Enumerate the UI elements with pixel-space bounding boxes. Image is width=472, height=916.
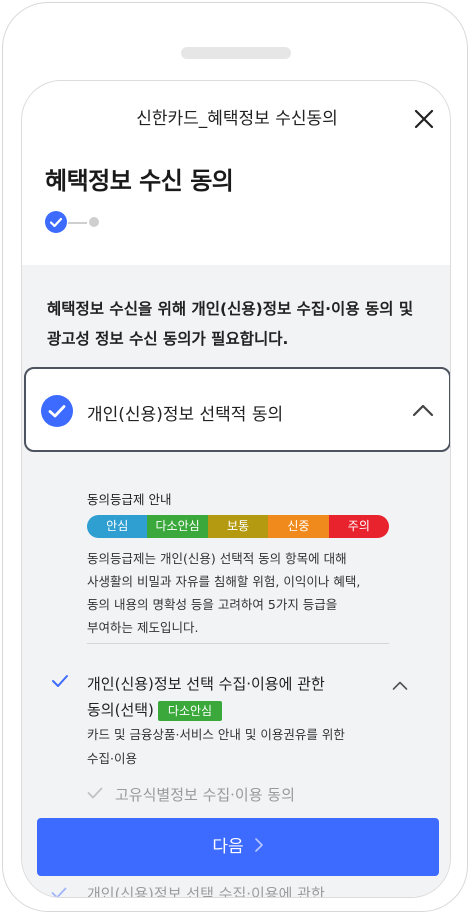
- chevron-right-icon: [254, 838, 263, 852]
- grade-4: 신중: [268, 515, 329, 538]
- grade-scale: 안심 다소안심 보통 신중 주의: [87, 515, 389, 538]
- sub-consent-label[interactable]: 고유식별정보 수집·이용 동의: [115, 784, 295, 805]
- grade-2: 다소안심: [147, 515, 208, 538]
- grade-desc-line-4: 부여하는 제도입니다.: [87, 620, 199, 635]
- grade-desc-line-1: 동의등급제는 개인(신용) 선택적 동의 항목에 대해: [87, 551, 347, 566]
- screen: 신한카드_혜택정보 수신동의 혜택정보 수신 동의 혜택정보 수신을 위해 개인…: [21, 80, 451, 898]
- grade-desc-line-3: 동의 내용의 명확성 등을 고려하여 5가지 등급을: [87, 597, 338, 612]
- grade-5: 주의: [328, 515, 389, 538]
- consent-item-title-line-1: 개인(신용)정보 선택 수집·이용에 관한: [87, 675, 325, 693]
- page-title: 혜택정보 수신 동의: [45, 167, 234, 195]
- consent-item-description: 카드 및 금융상품·서비스 안내 및 이용권유를 위한 수집·이용: [87, 723, 387, 771]
- next-button[interactable]: 다음: [37, 818, 439, 876]
- phone-speaker: [181, 47, 291, 59]
- grade-3: 보통: [207, 515, 269, 538]
- consent-item-desc-line-2: 수집·이용: [87, 751, 137, 766]
- check-icon: [51, 887, 67, 897]
- grade-1: 안심: [87, 515, 148, 538]
- check-icon[interactable]: [87, 787, 103, 799]
- consent-item-desc-line-1: 카드 및 금융상품·서비스 안내 및 이용권유를 위한: [87, 727, 345, 742]
- close-icon[interactable]: [412, 107, 436, 131]
- consent-card-label: 개인(신용)정보 선택적 동의: [87, 405, 284, 425]
- consent-item-title-line-2: 동의(선택): [87, 701, 154, 719]
- chevron-up-icon[interactable]: [392, 679, 408, 691]
- faded-consent-label: 개인(신용)정보 선택 수집·이용에 관한: [87, 885, 325, 898]
- intro-line-1: 혜택정보 수신을 위해 개인(신용)정보 수집·이용 동의 및: [47, 300, 414, 318]
- grade-desc-line-2: 사생활의 비밀과 자유를 침해할 위험, 이익이나 혜택,: [87, 574, 361, 589]
- chevron-up-icon[interactable]: [412, 401, 434, 419]
- check-icon: [48, 405, 66, 418]
- step-1-done: [45, 211, 67, 233]
- intro-line-2: 광고성 정보 수신 동의가 필요합니다.: [47, 330, 289, 348]
- divider: [87, 643, 389, 644]
- grade-guide-title: 동의등급제 안내: [87, 492, 172, 507]
- grade-tag: 다소안심: [157, 700, 223, 721]
- step-connector: [68, 222, 87, 224]
- check-icon: [49, 217, 63, 228]
- step-2-pending: [89, 217, 99, 227]
- intro-text: 혜택정보 수신을 위해 개인(신용)정보 수집·이용 동의 및 광고성 정보 수…: [47, 294, 447, 354]
- consent-card-check[interactable]: [41, 395, 73, 427]
- grade-description: 동의등급제는 개인(신용) 선택적 동의 항목에 대해 사생활의 비밀과 자유를…: [87, 547, 387, 639]
- consent-item-title[interactable]: 개인(신용)정보 선택 수집·이용에 관한 동의(선택) 다소안심: [87, 671, 372, 723]
- next-button-label: 다음: [212, 837, 244, 857]
- check-icon[interactable]: [51, 674, 69, 688]
- header-title: 신한카드_혜택정보 수신동의: [136, 109, 338, 129]
